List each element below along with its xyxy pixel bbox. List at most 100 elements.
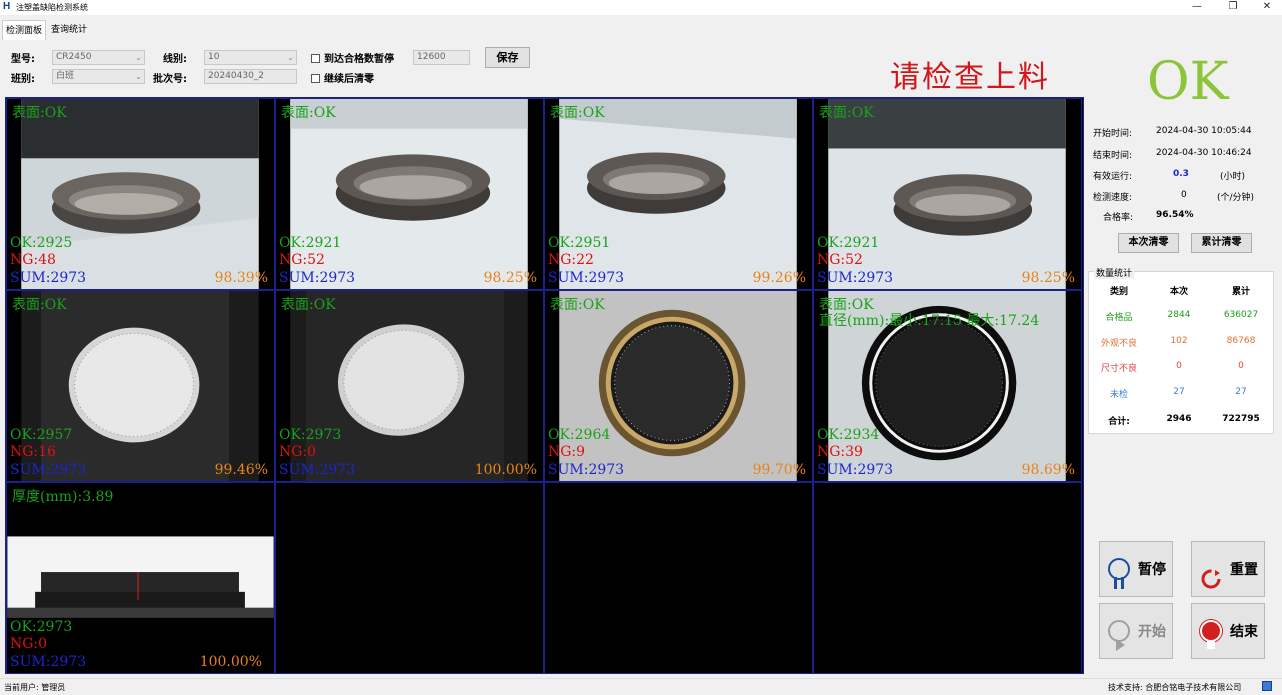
pause-label: 暂停 bbox=[1138, 562, 1166, 578]
ng-count: NG:52 bbox=[279, 252, 325, 268]
sum-count: SUM:2973 bbox=[548, 270, 625, 286]
maximize-button[interactable]: ❐ bbox=[1216, 0, 1250, 15]
status-message: 请检查上料 bbox=[890, 60, 1050, 95]
reset-label: 重置 bbox=[1230, 562, 1258, 578]
ng-count: NG:22 bbox=[548, 252, 594, 268]
pass-rate-label: 合格率: bbox=[1103, 213, 1134, 223]
stats-row-current: 0 bbox=[1176, 361, 1182, 371]
sum-count: SUM:2973 bbox=[279, 270, 356, 286]
stats-row-current: 2946 bbox=[1166, 414, 1192, 424]
minimize-button[interactable]: — bbox=[1180, 0, 1214, 15]
current-user: 当前用户: 管理员 bbox=[4, 683, 66, 692]
ng-count: NG:16 bbox=[10, 444, 56, 460]
pass-rate: 98.25% bbox=[1021, 270, 1075, 286]
tray-icon[interactable] bbox=[1262, 681, 1272, 691]
camera-cell: 表面:OK OK:2957 NG:16 SUM:2973 99.46% bbox=[6, 290, 275, 482]
stop-on-count-label: 到达合格数暂停 bbox=[324, 54, 394, 65]
sum-count: SUM:2973 bbox=[10, 462, 87, 478]
save-button[interactable]: 保存 bbox=[485, 47, 530, 68]
stats-row-current: 27 bbox=[1173, 387, 1185, 397]
camera-cell-empty bbox=[544, 482, 813, 674]
stats-title: 数量统计 bbox=[1094, 266, 1135, 279]
reset-icon bbox=[1200, 558, 1222, 589]
stats-row-total: 27 bbox=[1235, 387, 1247, 397]
tab-bar: 检测面板 查询统计 bbox=[0, 17, 1282, 42]
line-value: 10 bbox=[208, 52, 220, 62]
sum-count: SUM:2973 bbox=[10, 270, 87, 286]
inspection-head: 表面:OK bbox=[12, 297, 67, 313]
model-label: 型号: bbox=[11, 54, 35, 65]
pause-icon bbox=[1108, 558, 1130, 589]
chevron-down-icon: ⌄ bbox=[135, 72, 142, 81]
camera-cell: 表面:OK 直径(mm):最小:17.15 最大:17.24 OK:2934 N… bbox=[813, 290, 1082, 482]
stop-on-count-checkbox[interactable]: 到达合格数暂停 bbox=[311, 50, 394, 65]
speed-unit: (个/分钟) bbox=[1217, 193, 1255, 203]
stop-count-input[interactable]: 12600 bbox=[413, 50, 470, 65]
end-time-label: 结束时间: bbox=[1093, 151, 1133, 161]
inspection-head: 表面:OK bbox=[281, 297, 336, 313]
diameter-readout: 直径(mm):最小:17.15 最大:17.24 bbox=[819, 313, 1040, 329]
stats-row-total: 636027 bbox=[1223, 310, 1259, 320]
camera-cell: 表面:OK OK:2921 NG:52 SUM:2973 98.25% bbox=[275, 98, 544, 290]
camera-cell: 表面:OK OK:2973 NG:0 SUM:2973 100.00% bbox=[275, 290, 544, 482]
chevron-down-icon: ⌄ bbox=[135, 53, 142, 62]
ng-count: NG:39 bbox=[817, 444, 863, 460]
pause-button[interactable]: 暂停 bbox=[1099, 541, 1173, 597]
reset-button[interactable]: 重置 bbox=[1191, 541, 1265, 597]
start-button[interactable]: 开始 bbox=[1099, 603, 1173, 659]
ok-count: OK:2957 bbox=[10, 427, 73, 443]
play-icon bbox=[1108, 620, 1130, 651]
speed-value: 0 bbox=[1181, 190, 1187, 200]
sum-count: SUM:2973 bbox=[548, 462, 625, 478]
start-label: 开始 bbox=[1138, 624, 1166, 640]
run-time-label: 有效运行: bbox=[1093, 172, 1133, 182]
tech-support: 技术支持: 合肥合铭电子技术有限公司 bbox=[1108, 683, 1242, 692]
ng-count: NG:0 bbox=[10, 636, 48, 652]
run-time-unit: (小时) bbox=[1220, 172, 1246, 182]
clear-after-continue-checkbox[interactable]: 继续后清零 bbox=[311, 70, 374, 85]
shift-label: 班别: bbox=[11, 74, 35, 85]
pass-rate: 98.69% bbox=[1021, 462, 1075, 478]
pass-rate: 98.39% bbox=[214, 270, 268, 286]
window-title: 注塑盖缺陷检测系统 bbox=[16, 3, 88, 12]
inspection-head: 表面:OK bbox=[12, 105, 67, 121]
camera-cell-empty bbox=[275, 482, 544, 674]
run-time-value: 0.3 bbox=[1173, 169, 1189, 179]
app-logo-icon: H bbox=[3, 1, 11, 12]
ok-count: OK:2951 bbox=[548, 235, 611, 251]
start-time-label: 开始时间: bbox=[1093, 129, 1133, 139]
pass-rate: 98.25% bbox=[483, 270, 537, 286]
stats-header-category: 类别 bbox=[1109, 287, 1128, 297]
inspection-head: 表面:OK bbox=[819, 105, 874, 121]
clear-after-continue-label: 继续后清零 bbox=[324, 74, 374, 85]
status-bar: 当前用户: 管理员 技术支持: 合肥合铭电子技术有限公司 bbox=[0, 678, 1282, 695]
ok-count: OK:2934 bbox=[817, 427, 880, 443]
model-select[interactable]: CR2450 ⌄ bbox=[52, 50, 145, 65]
tab-query-stats[interactable]: 查询统计 bbox=[48, 20, 90, 40]
batch-input[interactable]: 20240430_2 bbox=[204, 69, 297, 84]
clear-current-button[interactable]: 本次清零 bbox=[1118, 233, 1179, 253]
pass-rate-value: 96.54% bbox=[1156, 210, 1194, 220]
camera-cell: 表面:OK OK:2951 NG:22 SUM:2973 99.26% bbox=[544, 98, 813, 290]
stats-row-name: 未检 bbox=[1109, 390, 1128, 400]
tab-detect-panel[interactable]: 检测面板 bbox=[2, 20, 47, 40]
camera-cell-empty bbox=[813, 482, 1082, 674]
end-label: 结束 bbox=[1230, 624, 1258, 640]
sum-count: SUM:2973 bbox=[279, 462, 356, 478]
shift-select[interactable]: 白班 ⌄ bbox=[52, 69, 145, 84]
close-button[interactable]: ✕ bbox=[1250, 0, 1282, 15]
start-time-value: 2024-04-30 10:05:44 bbox=[1156, 126, 1252, 136]
title-bar: H 注塑盖缺陷检测系统 — ❐ ✕ bbox=[0, 0, 1282, 15]
stats-row-total: 722795 bbox=[1222, 414, 1260, 424]
camera-cell: 表面:OK OK:2921 NG:52 SUM:2973 98.25% bbox=[813, 98, 1082, 290]
stop-icon bbox=[1200, 620, 1222, 649]
stats-row-current: 102 bbox=[1170, 336, 1188, 346]
pass-rate: 100.00% bbox=[474, 462, 537, 478]
line-select[interactable]: 10 ⌄ bbox=[204, 50, 297, 65]
ok-count: OK:2973 bbox=[10, 619, 73, 635]
end-time-value: 2024-04-30 10:46:24 bbox=[1156, 148, 1252, 158]
end-button[interactable]: 结束 bbox=[1191, 603, 1265, 659]
clear-total-button[interactable]: 累计清零 bbox=[1191, 233, 1252, 253]
camera-cell: 表面:OK OK:2964 NG:9 SUM:2973 99.70% bbox=[544, 290, 813, 482]
ok-count: OK:2925 bbox=[10, 235, 73, 251]
